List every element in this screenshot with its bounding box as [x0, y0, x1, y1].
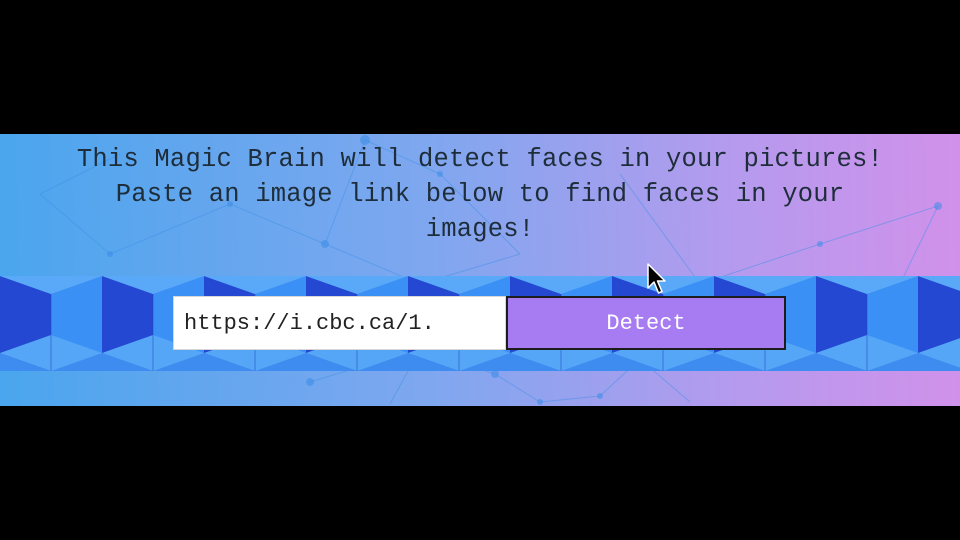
image-url-input[interactable]: [173, 296, 506, 350]
intro-line-3: images!: [425, 215, 535, 244]
video-frame: This Magic Brain will detect faces in yo…: [0, 0, 960, 540]
intro-line-2: Paste an image link below to find faces …: [115, 180, 845, 209]
detect-button[interactable]: Detect: [506, 296, 786, 350]
intro-line-1: This Magic Brain will detect faces in yo…: [76, 145, 884, 174]
intro-text: This Magic Brain will detect faces in yo…: [0, 142, 960, 247]
image-link-form: Detect: [0, 276, 960, 371]
mouse-pointer-icon: [647, 263, 666, 294]
face-detection-app: This Magic Brain will detect faces in yo…: [0, 134, 960, 406]
